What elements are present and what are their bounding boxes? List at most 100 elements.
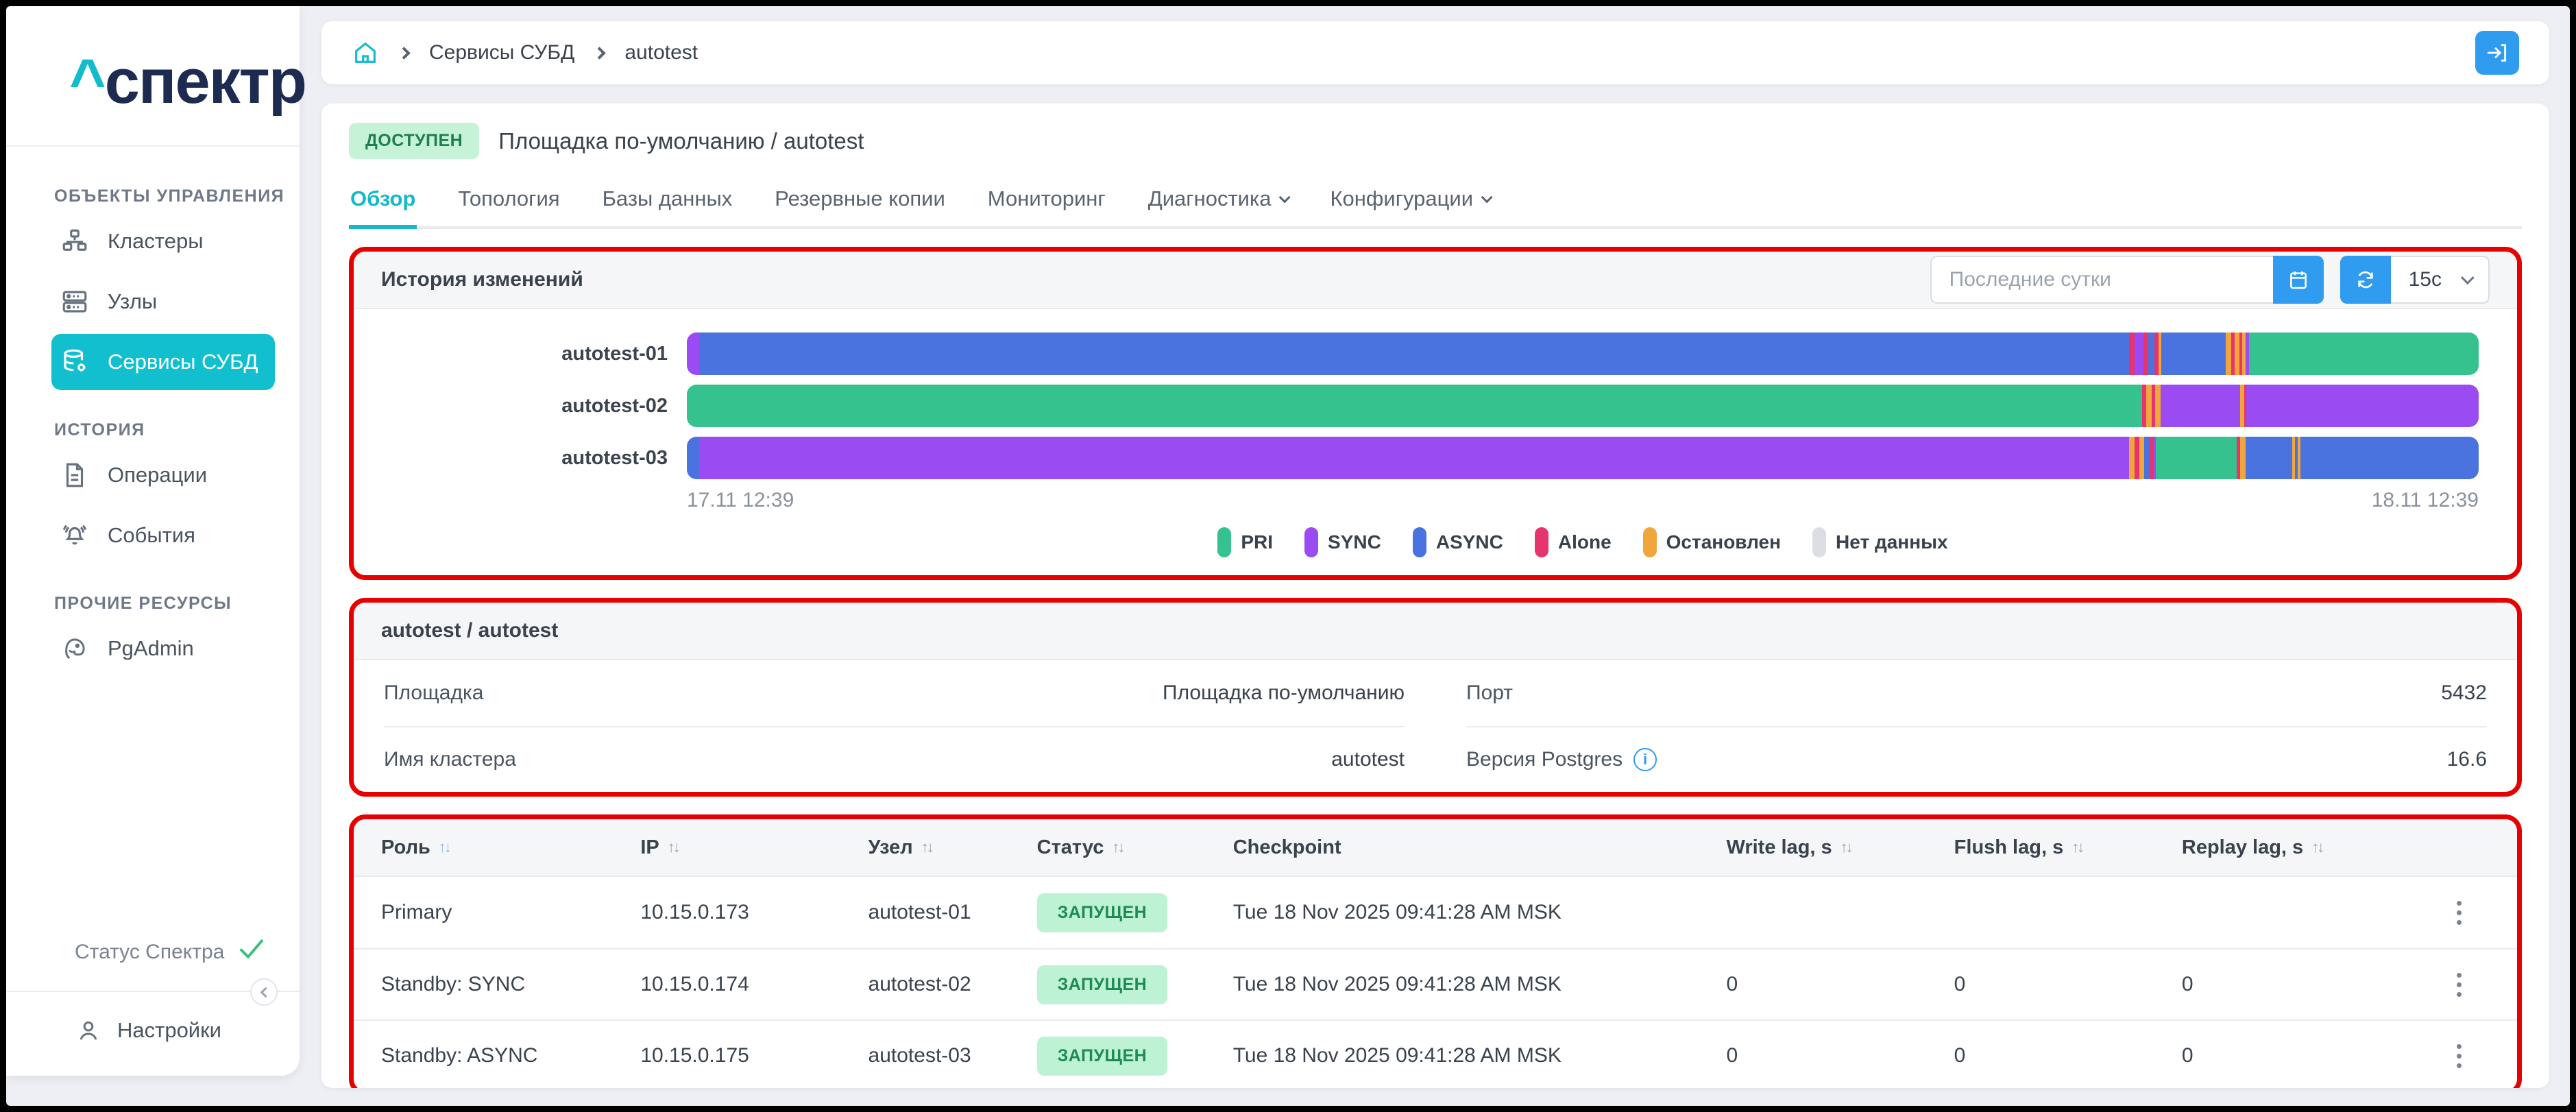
sort-icon[interactable]: ↑↓ <box>668 838 681 856</box>
chevron-left-icon <box>260 987 271 998</box>
timeline-axis: 17.11 12:39 18.11 12:39 <box>687 489 2479 512</box>
breadcrumb-separator <box>398 46 411 60</box>
cell-checkpoint: Tue 18 Nov 2025 09:41:28 AM MSK <box>1232 1044 1562 1067</box>
column-header-node[interactable]: Узел ↑↓ <box>868 836 1037 859</box>
column-header-ip[interactable]: IP ↑↓ <box>640 836 868 859</box>
info-icon[interactable]: i <box>1633 748 1657 771</box>
sidebar-item-pgadmin[interactable]: PgAdmin <box>51 620 275 677</box>
legend-label: SYNC <box>1328 531 1381 553</box>
breadcrumb-db-services[interactable]: Сервисы СУБД <box>429 41 574 64</box>
tab-overview[interactable]: Обзор <box>349 177 417 229</box>
timeline-segment-async <box>2144 437 2150 479</box>
row-actions-kebab-icon[interactable] <box>2450 1037 2468 1075</box>
timeline-segment-stopped <box>2139 437 2145 479</box>
cell-role: Primary <box>381 901 452 923</box>
info-value: 16.6 <box>2446 748 2487 771</box>
info-panel-header: autotest / autotest <box>354 603 2517 660</box>
column-header-write-lag[interactable]: Write lag, s ↑↓ <box>1726 836 1954 859</box>
refresh-interval-value: 15с <box>2408 268 2442 291</box>
sort-icon[interactable]: ↑↓ <box>921 838 934 856</box>
timeline-segment-async <box>687 437 700 479</box>
cell-replay-lag: 0 <box>2181 973 2194 995</box>
sidebar-item-settings[interactable]: Настройки <box>75 1017 300 1044</box>
sidebar-collapse-button[interactable] <box>250 978 278 1006</box>
row-actions-kebab-icon[interactable] <box>2450 894 2468 932</box>
refresh-interval-select[interactable]: 15с <box>2390 256 2490 304</box>
timeline-segment-sync <box>2135 333 2144 375</box>
spectr-status[interactable]: Статус Спектра <box>75 937 300 967</box>
column-header-flush-lag[interactable]: Flush lag, s ↑↓ <box>1954 836 2182 859</box>
sidebar-item-clusters[interactable]: Кластеры <box>51 213 275 269</box>
refresh-group: 15с <box>2340 256 2490 304</box>
tab-databases[interactable]: Базы данных <box>601 177 734 229</box>
logo[interactable]: ^спектр <box>6 6 307 147</box>
cell-checkpoint: Tue 18 Nov 2025 09:41:28 AM MSK <box>1232 973 1562 995</box>
timeline-segment-async <box>2148 333 2154 375</box>
nav-section-objects: ОБЪЕКТЫ УПРАВЛЕНИЯ <box>54 186 285 206</box>
sort-icon[interactable]: ↑↓ <box>1840 838 1854 856</box>
cell-status: ЗАПУЩЕН <box>1036 1036 1233 1076</box>
refresh-button[interactable] <box>2340 256 2391 304</box>
tab-diagnostics[interactable]: Диагностика <box>1147 177 1291 229</box>
cell-write-lag: 0 <box>1726 973 1738 995</box>
timeline-segment-stopped <box>2226 333 2232 375</box>
legend-item: Нет данных <box>1812 527 1948 557</box>
info-label: Площадка <box>384 681 484 704</box>
logo-caret-icon: ^ <box>69 47 106 117</box>
breadcrumb-current: autotest <box>624 41 698 64</box>
legend-item: Остановлен <box>1642 527 1781 557</box>
cell-node: autotest-01 <box>868 901 971 923</box>
row-actions-kebab-icon[interactable] <box>2450 966 2468 1004</box>
spectr-status-label: Статус Спектра <box>75 941 225 963</box>
tab-label: Диагностика <box>1147 186 1272 210</box>
nav-section-other: ПРОЧИЕ РЕСУРСЫ <box>54 594 232 613</box>
status-running-badge: ЗАПУЩЕН <box>1036 893 1168 932</box>
sort-icon[interactable]: ↑↓ <box>2311 838 2324 856</box>
sidebar-item-events[interactable]: События <box>51 507 275 564</box>
sort-icon[interactable]: ↑↓ <box>1112 838 1125 856</box>
legend-label: Нет данных <box>1836 531 1948 553</box>
timeline-segment-sync <box>699 437 2130 479</box>
sidebar-item-nodes[interactable]: Узлы <box>51 274 275 330</box>
timeline-row: autotest-02 <box>392 385 2479 427</box>
column-header-checkpoint[interactable]: Checkpoint <box>1233 836 1727 859</box>
chevron-down-icon <box>2460 271 2475 285</box>
sidebar-item-db-services[interactable]: Сервисы СУБД <box>51 334 275 390</box>
tab-label: Топология <box>458 186 560 210</box>
column-header-role[interactable]: Роль ↑↓ <box>381 836 640 859</box>
timeline-bar[interactable] <box>687 385 2479 427</box>
date-range-input[interactable] <box>1930 256 2273 304</box>
document-icon <box>60 460 90 490</box>
sidebar-item-label: События <box>108 523 195 547</box>
sort-asc-icon[interactable]: ↑↓ <box>439 838 452 856</box>
table-row[interactable]: Primary 10.15.0.173 autotest-01 ЗАПУЩЕН … <box>354 877 2517 948</box>
timeline-bar[interactable] <box>687 437 2479 479</box>
history-controls: 15с <box>1930 256 2490 304</box>
column-label: Узел <box>868 836 913 858</box>
info-body: Площадка Площадка по-умолчанию Имя класт… <box>354 660 2517 792</box>
home-icon[interactable] <box>352 39 379 67</box>
axis-start-label: 17.11 12:39 <box>687 489 794 511</box>
tab-monitoring[interactable]: Мониторинг <box>986 177 1107 229</box>
table-row[interactable]: Standby: ASYNC 10.15.0.175 autotest-03 З… <box>354 1019 2517 1088</box>
timeline-segment-async <box>2161 333 2226 375</box>
tab-configurations[interactable]: Конфигурации <box>1328 177 1493 229</box>
column-header-replay-lag[interactable]: Replay lag, s ↑↓ <box>2182 836 2409 859</box>
calendar-button[interactable] <box>2272 256 2324 304</box>
sort-icon[interactable]: ↑↓ <box>2071 838 2085 856</box>
cell-status: ЗАПУЩЕН <box>1036 893 1233 932</box>
table-row[interactable]: Standby: SYNC 10.15.0.174 autotest-02 ЗА… <box>354 948 2517 1019</box>
timeline-segment-stopped <box>2129 437 2135 479</box>
tab-label: Обзор <box>350 186 416 210</box>
tab-backups[interactable]: Резервные копии <box>773 177 947 229</box>
sidebar-footer: Статус Спектра Настройки <box>6 937 300 1076</box>
tab-topology[interactable]: Топология <box>457 177 561 229</box>
settings-label: Настройки <box>117 1018 222 1042</box>
sidebar-item-operations[interactable]: Операции <box>51 447 275 503</box>
logout-button[interactable] <box>2475 31 2519 75</box>
column-header-status[interactable]: Статус ↑↓ <box>1037 836 1233 859</box>
cell-role: Standby: SYNC <box>381 973 526 995</box>
sidebar: ^спектр ОБЪЕКТЫ УПРАВЛЕНИЯ Кластеры Узлы <box>6 6 307 1076</box>
timeline-bar[interactable] <box>687 333 2479 375</box>
column-label: Checkpoint <box>1232 836 1341 858</box>
